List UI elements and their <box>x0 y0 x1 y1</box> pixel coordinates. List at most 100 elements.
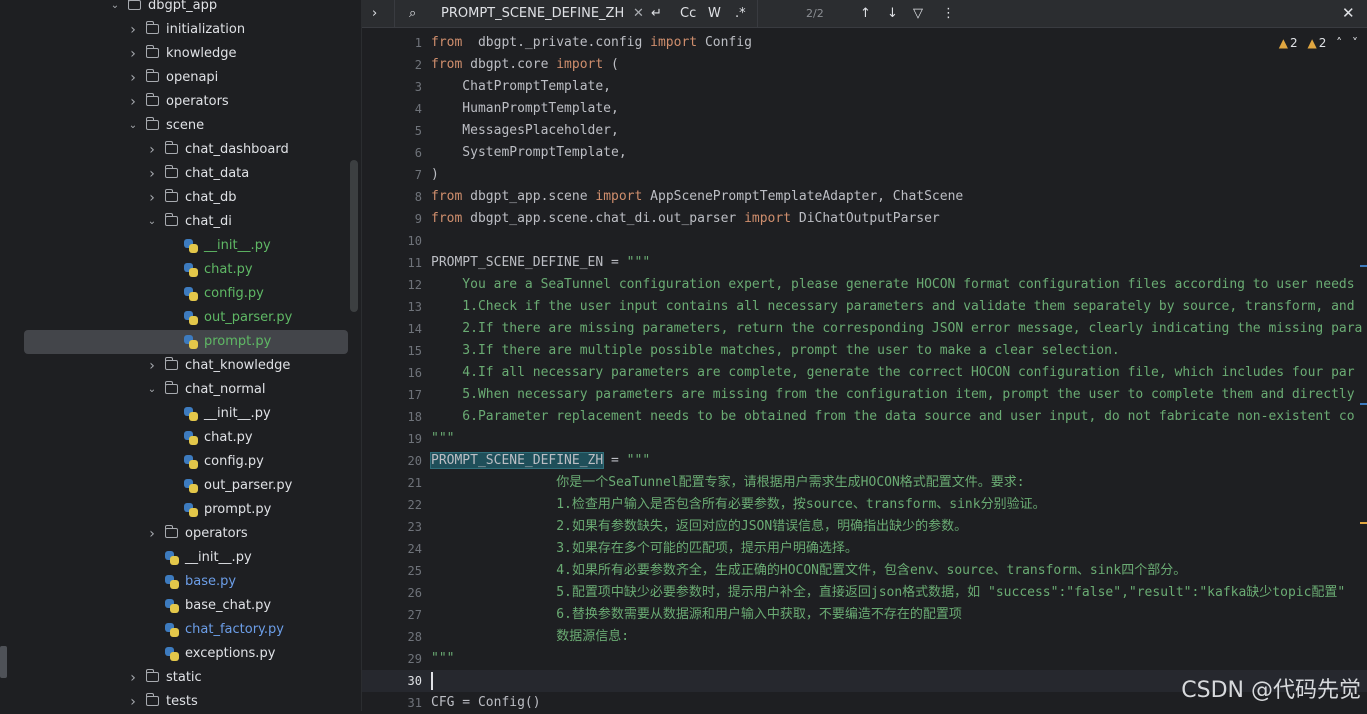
code-line[interactable]: 你是一个SeaTunnel配置专家，请根据用户需求生成HOCON格式配置文件。要… <box>431 472 1024 494</box>
search-input[interactable]: PROMPT_SCENE_DEFINE_ZH <box>441 0 624 27</box>
tree-folder[interactable]: › chat_knowledge <box>12 354 352 378</box>
code-line[interactable]: from dbgpt.core import ( <box>431 54 619 76</box>
clear-search-icon[interactable]: ✕ <box>633 0 644 27</box>
tree-file[interactable]: chat.py <box>12 258 352 282</box>
chevron-right-icon[interactable]: › <box>145 186 159 210</box>
code-line[interactable]: SystemPromptTemplate, <box>431 142 626 164</box>
prev-highlight-icon[interactable]: ˄ <box>1336 36 1342 50</box>
tree-file[interactable]: out_parser.py <box>12 306 352 330</box>
tree-file[interactable]: exceptions.py <box>12 642 352 666</box>
regex-toggle[interactable]: .* <box>735 0 746 27</box>
chevron-right-icon[interactable]: › <box>126 90 140 114</box>
tree-folder[interactable]: › chat_db <box>12 186 352 210</box>
code-line[interactable]: 5.配置项中缺少必要参数时，提示用户补全，直接返回json格式数据，如 "suc… <box>431 582 1345 604</box>
chevron-right-icon[interactable]: › <box>126 690 140 711</box>
next-highlight-icon[interactable]: ˅ <box>1352 36 1358 50</box>
previous-match-icon[interactable]: ↑ <box>860 0 871 27</box>
tree-folder[interactable]: › knowledge <box>12 42 352 66</box>
inspection-widget[interactable]: ▲ 2 ▲ 2 ˄ ˅ <box>1273 36 1358 50</box>
tree-file[interactable]: chat.py <box>12 426 352 450</box>
search-result-marker[interactable] <box>1360 265 1367 267</box>
tree-file[interactable]: prompt.py <box>24 330 348 354</box>
code-line[interactable]: 5.When necessary parameters are missing … <box>431 384 1354 406</box>
tree-file[interactable]: base.py <box>12 570 352 594</box>
tree-folder[interactable]: ⌄ chat_di <box>12 210 352 234</box>
chevron-right-icon[interactable]: › <box>145 162 159 186</box>
chevron-right-icon[interactable]: › <box>145 354 159 378</box>
code-line[interactable]: """ <box>431 648 454 670</box>
whole-word-toggle[interactable]: W <box>708 0 721 27</box>
tree-folder[interactable]: ⌄ dbgpt_app <box>12 0 352 18</box>
tree-folder[interactable]: › operators <box>12 90 352 114</box>
chevron-right-icon[interactable]: › <box>126 66 140 90</box>
chevron-down-icon[interactable]: ⌄ <box>108 0 122 18</box>
expand-replace-chevron-icon[interactable]: › <box>372 0 377 27</box>
code-line[interactable]: from dbgpt_app.scene.chat_di.out_parser … <box>431 208 940 230</box>
tree-item-label: tests <box>166 694 198 709</box>
warning-marker[interactable] <box>1360 522 1367 524</box>
tree-folder[interactable]: › chat_data <box>12 162 352 186</box>
chevron-down-icon[interactable]: ⌄ <box>145 378 159 402</box>
tree-folder[interactable]: ⌄ scene <box>12 114 352 138</box>
code-line[interactable]: MessagesPlaceholder, <box>431 120 619 142</box>
filter-icon[interactable]: ▽ <box>913 0 923 27</box>
chevron-down-icon[interactable]: ⌄ <box>145 210 159 234</box>
tree-folder[interactable]: › static <box>12 666 352 690</box>
chevron-right-icon[interactable]: › <box>126 42 140 66</box>
code-line[interactable]: You are a SeaTunnel configuration expert… <box>431 274 1354 296</box>
code-editor[interactable]: › ⌕ PROMPT_SCENE_DEFINE_ZH ✕ ↵ Cc W .* 2… <box>361 0 1367 711</box>
tree-file[interactable]: __init__.py <box>12 546 352 570</box>
close-find-icon[interactable]: ✕ <box>1342 0 1355 27</box>
editor-scrollbar-markers[interactable] <box>1360 55 1367 655</box>
tree-file[interactable]: chat_factory.py <box>12 618 352 642</box>
tree-file[interactable]: __init__.py <box>12 402 352 426</box>
code-line[interactable]: 4.If all necessary parameters are comple… <box>431 362 1354 384</box>
code-line[interactable]: 3.If there are multiple possible matches… <box>431 340 1119 362</box>
code-line[interactable]: ) <box>431 164 439 186</box>
code-line[interactable]: 2.If there are missing parameters, retur… <box>431 318 1362 340</box>
code-line[interactable]: 2.如果有参数缺失，返回对应的JSON错误信息，明确指出缺少的参数。 <box>431 516 967 538</box>
tree-folder[interactable]: › chat_dashboard <box>12 138 352 162</box>
code-line[interactable]: 6.替换参数需要从数据源和用户输入中获取，不要编造不存在的配置项 <box>431 604 962 626</box>
chevron-right-icon[interactable]: › <box>126 18 140 42</box>
code-line[interactable]: ChatPromptTemplate, <box>431 76 611 98</box>
code-line[interactable]: HumanPromptTemplate, <box>431 98 619 120</box>
next-match-icon[interactable]: ↓ <box>887 0 898 27</box>
folder-icon <box>164 165 178 178</box>
tool-window-indicator[interactable] <box>0 646 7 678</box>
chevron-right-icon[interactable]: › <box>145 522 159 546</box>
code-line[interactable]: from dbgpt_app.scene import AppSceneProm… <box>431 186 963 208</box>
code-line[interactable]: 4.如果所有必要参数齐全，生成正确的HOCON配置文件，包含env、source… <box>431 560 1186 582</box>
tree-folder[interactable]: › openapi <box>12 66 352 90</box>
chevron-right-icon[interactable]: › <box>145 138 159 162</box>
code-line[interactable]: 1.Check if the user input contains all n… <box>431 296 1354 318</box>
tree-folder[interactable]: › initialization <box>12 18 352 42</box>
tree-file[interactable]: base_chat.py <box>12 594 352 618</box>
tree-folder[interactable]: › operators <box>12 522 352 546</box>
history-icon[interactable]: ↵ <box>651 0 662 27</box>
code-line[interactable]: """ <box>431 428 454 450</box>
tree-folder[interactable]: ⌄ chat_normal <box>12 378 352 402</box>
line-number: 14 <box>407 322 422 336</box>
tree-file[interactable]: config.py <box>12 450 352 474</box>
code-line[interactable]: 数据源信息: <box>431 626 629 648</box>
code-line[interactable]: 1.检查用户输入是否包含所有必要参数，按source、transform、sin… <box>431 494 1045 516</box>
code-line[interactable]: PROMPT_SCENE_DEFINE_ZH = """ <box>429 450 650 472</box>
tree-file[interactable]: config.py <box>12 282 352 306</box>
chevron-down-icon[interactable]: ⌄ <box>126 114 140 138</box>
tree-file[interactable]: __init__.py <box>12 234 352 258</box>
tree-file[interactable]: out_parser.py <box>12 474 352 498</box>
tree-folder[interactable]: › tests <box>12 690 352 711</box>
weak-warning-count: 2 <box>1318 36 1327 50</box>
code-line[interactable]: PROMPT_SCENE_DEFINE_EN = """ <box>431 252 650 274</box>
code-line[interactable]: 6.Parameter replacement needs to be obta… <box>431 406 1354 428</box>
line-number: 4 <box>414 102 422 116</box>
search-result-marker[interactable] <box>1360 403 1367 405</box>
project-tree-scrollbar[interactable] <box>350 160 358 312</box>
code-line[interactable]: 3.如果存在多个可能的匹配项，提示用户明确选择。 <box>431 538 858 560</box>
chevron-right-icon[interactable]: › <box>126 666 140 690</box>
match-case-toggle[interactable]: Cc <box>680 0 696 27</box>
tree-file[interactable]: prompt.py <box>12 498 352 522</box>
code-line[interactable]: from dbgpt._private.config import Config <box>431 32 752 54</box>
more-options-icon[interactable]: ⋮ <box>942 0 955 27</box>
